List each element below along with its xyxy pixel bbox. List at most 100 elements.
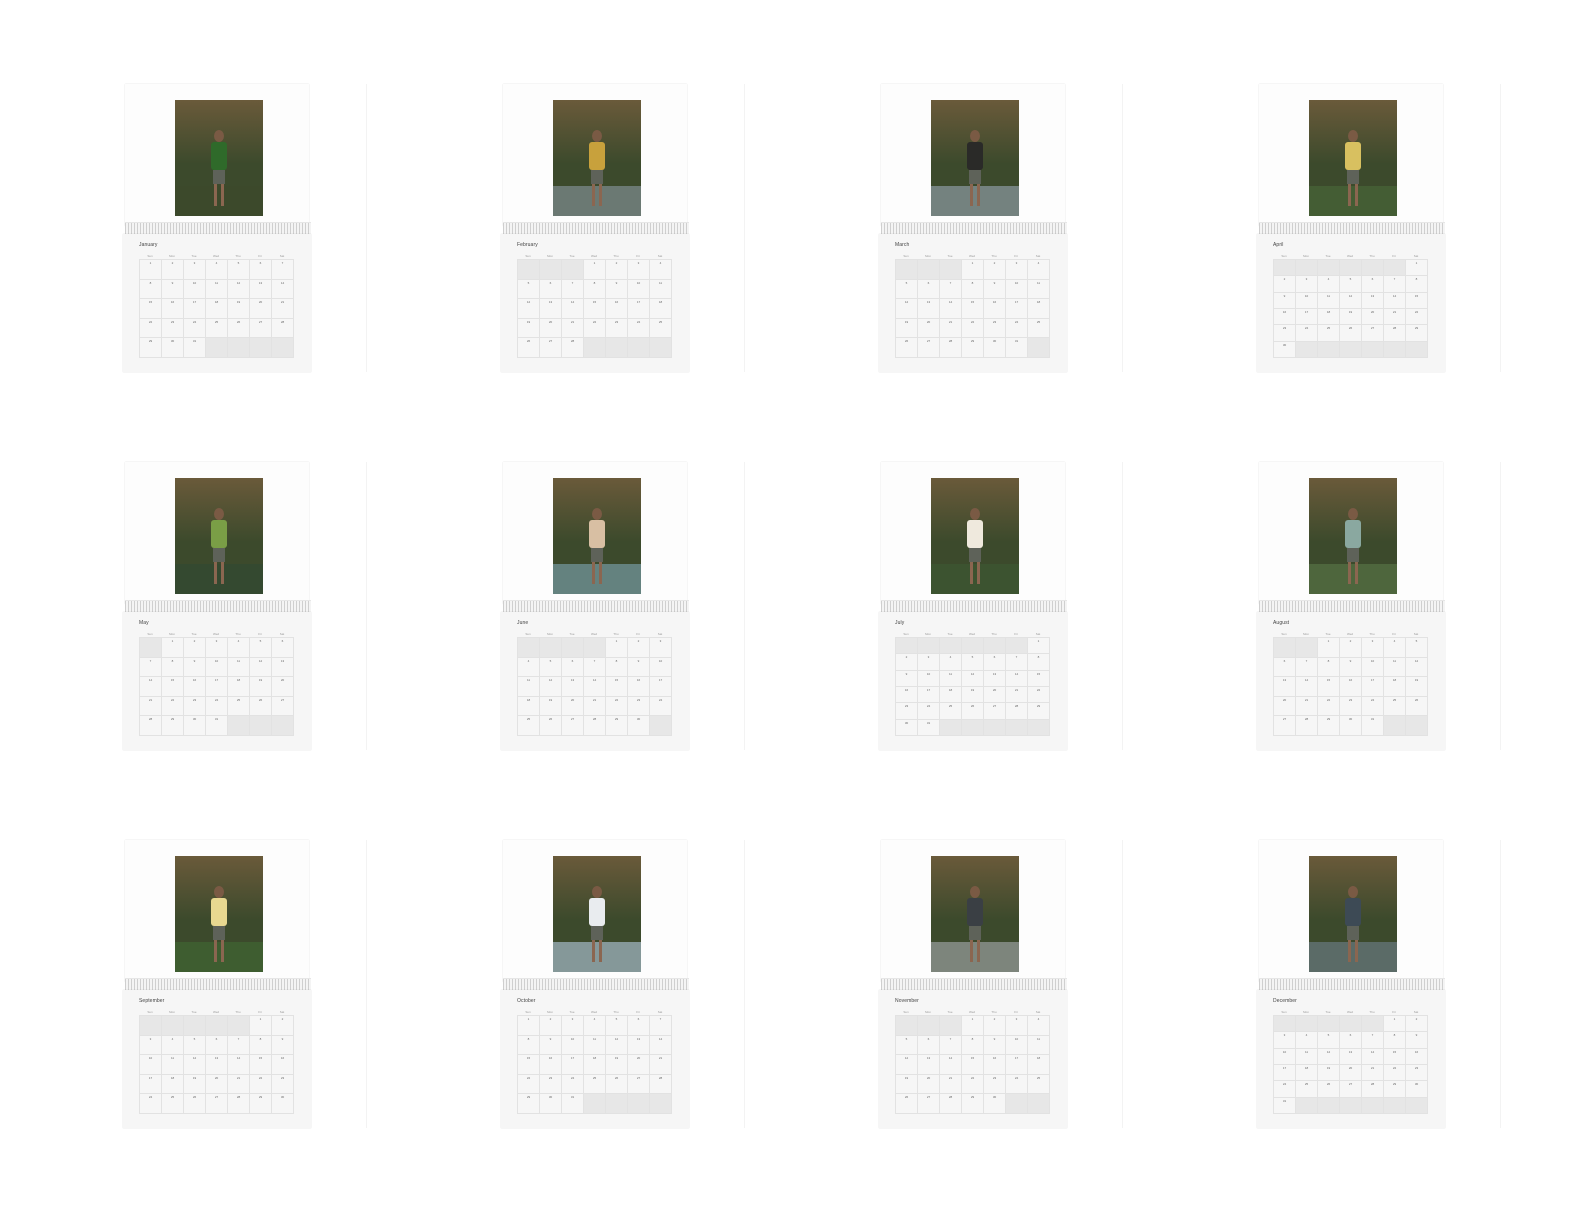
empty-day-cell (1340, 1016, 1362, 1033)
day-grid: 1 2 3 4 5 6 7 8 9 10 11 12 13 14 15 16 17 18 19 20 21 22 23 24 2… (139, 637, 294, 736)
day-cell: 1 (140, 260, 162, 280)
day-cell: 24 (1362, 696, 1384, 717)
empty-day-cell (518, 638, 540, 658)
day-cell: 19 (896, 1074, 918, 1095)
calendar-photo-sheet (125, 84, 309, 226)
day-cell: 10 (650, 657, 672, 678)
day-cell: 22 (1318, 696, 1340, 717)
day-cell: 24 (1274, 1081, 1296, 1098)
empty-day-cell (1296, 1016, 1318, 1033)
weekday-label: Wed (212, 632, 220, 636)
empty-day-cell (1340, 260, 1362, 277)
calendar-photo-sheet (881, 462, 1065, 604)
day-cell: 9 (540, 1035, 562, 1056)
weekday-label: Fri (1014, 254, 1018, 258)
day-cell: 17 (628, 299, 650, 319)
day-cell: 27 (1362, 325, 1384, 342)
day-cell: 9 (606, 279, 628, 300)
weekday-label: Tue (947, 254, 953, 258)
weekday-label: Thu (235, 1010, 241, 1014)
day-cell: 18 (1028, 299, 1050, 319)
weekday-label: Fri (636, 1010, 640, 1014)
empty-day-cell (272, 716, 294, 736)
month-photo (175, 856, 263, 972)
day-cell: 17 (1006, 1055, 1028, 1075)
day-cell: 1 (1028, 638, 1050, 655)
day-cell: 12 (540, 677, 562, 697)
day-cell: 15 (518, 1055, 540, 1075)
day-cell: 11 (1384, 657, 1406, 678)
day-cell: 6 (206, 1035, 228, 1056)
day-cell: 30 (628, 716, 650, 736)
day-cell: 18 (1384, 677, 1406, 697)
weekday-label: Fri (258, 632, 262, 636)
day-cell: 23 (1340, 696, 1362, 717)
weekday-label: Sat (1413, 1010, 1419, 1014)
day-cell: 28 (140, 716, 162, 736)
calendar-page-june: June Sun Mon Tue Wed Thu Fri Sat 1 2 3 4 5 6 7 8 9 10 11 12… (501, 462, 689, 750)
day-cell: 16 (628, 677, 650, 697)
day-cell: 4 (650, 260, 672, 280)
day-cell: 19 (1318, 1065, 1340, 1082)
day-cell: 22 (1384, 1065, 1406, 1082)
empty-day-cell (1340, 341, 1362, 358)
weekday-header: Sun Mon Tue Wed Thu Fri Sat (517, 1010, 671, 1014)
day-cell: 23 (184, 696, 206, 717)
day-cell: 1 (1384, 1016, 1406, 1033)
day-cell: 29 (962, 338, 984, 358)
weekday-label: Mon (1303, 1010, 1309, 1014)
calendar-page-january: January Sun Mon Tue Wed Thu Fri Sat 1 2 3 4 5 6 7 8 9 10 1… (123, 84, 311, 372)
weekday-label: Thu (613, 632, 619, 636)
weekday-label: Tue (569, 1010, 575, 1014)
weekday-header: Sun Mon Tue Wed Thu Fri Sat (1273, 1010, 1427, 1014)
weekday-label: Sat (657, 1010, 663, 1014)
day-cell: 21 (584, 696, 606, 717)
day-cell: 7 (1362, 1032, 1384, 1049)
day-cell: 22 (1406, 309, 1428, 326)
empty-day-cell (1318, 341, 1340, 358)
day-cell: 8 (1318, 657, 1340, 678)
weekday-label: Wed (968, 1010, 976, 1014)
day-cell: 11 (228, 657, 250, 678)
column-separator (1500, 84, 1501, 372)
day-cell: 15 (250, 1055, 272, 1075)
empty-day-cell (1384, 260, 1406, 277)
day-cell: 22 (584, 318, 606, 339)
empty-day-cell (940, 1016, 962, 1036)
day-cell: 13 (540, 299, 562, 319)
day-cell: 4 (518, 657, 540, 678)
day-cell: 26 (896, 338, 918, 358)
column-separator (1500, 462, 1501, 750)
day-cell: 18 (584, 1055, 606, 1075)
day-cell: 4 (584, 1016, 606, 1036)
day-cell: 13 (1362, 292, 1384, 309)
month-title: April (1273, 242, 1284, 248)
day-cell: 26 (250, 696, 272, 717)
month-grid-sheet: December Sun Mon Tue Wed Thu Fri Sat 1 2 3 4 5 6 7 8 9 10… (1257, 990, 1445, 1128)
month-photo (175, 100, 263, 216)
empty-day-cell (162, 1016, 184, 1036)
day-cell: 3 (562, 1016, 584, 1036)
day-cell: 12 (518, 299, 540, 319)
empty-day-cell (562, 638, 584, 658)
day-cell: 19 (962, 687, 984, 704)
weekday-label: Sun (525, 254, 531, 258)
day-cell: 11 (1028, 1035, 1050, 1056)
day-cell: 20 (562, 696, 584, 717)
day-cell: 4 (1384, 638, 1406, 658)
day-cell: 13 (984, 670, 1006, 687)
day-cell: 8 (1406, 276, 1428, 293)
weekday-label: Sun (147, 1010, 153, 1014)
day-cell: 28 (1362, 1081, 1384, 1098)
weekday-label: Wed (1346, 254, 1354, 258)
empty-day-cell (206, 1016, 228, 1036)
day-cell: 11 (650, 279, 672, 300)
calendar-page-may: May Sun Mon Tue Wed Thu Fri Sat 1 2 3 4 5 6 7 8 9 10 11 12 1… (123, 462, 311, 750)
weekday-label: Fri (1392, 632, 1396, 636)
day-cell: 16 (1406, 1048, 1428, 1065)
day-cell: 25 (518, 716, 540, 736)
day-cell: 21 (940, 1074, 962, 1095)
day-cell: 15 (1406, 292, 1428, 309)
day-cell: 10 (918, 670, 940, 687)
weekday-label: Tue (1325, 632, 1331, 636)
